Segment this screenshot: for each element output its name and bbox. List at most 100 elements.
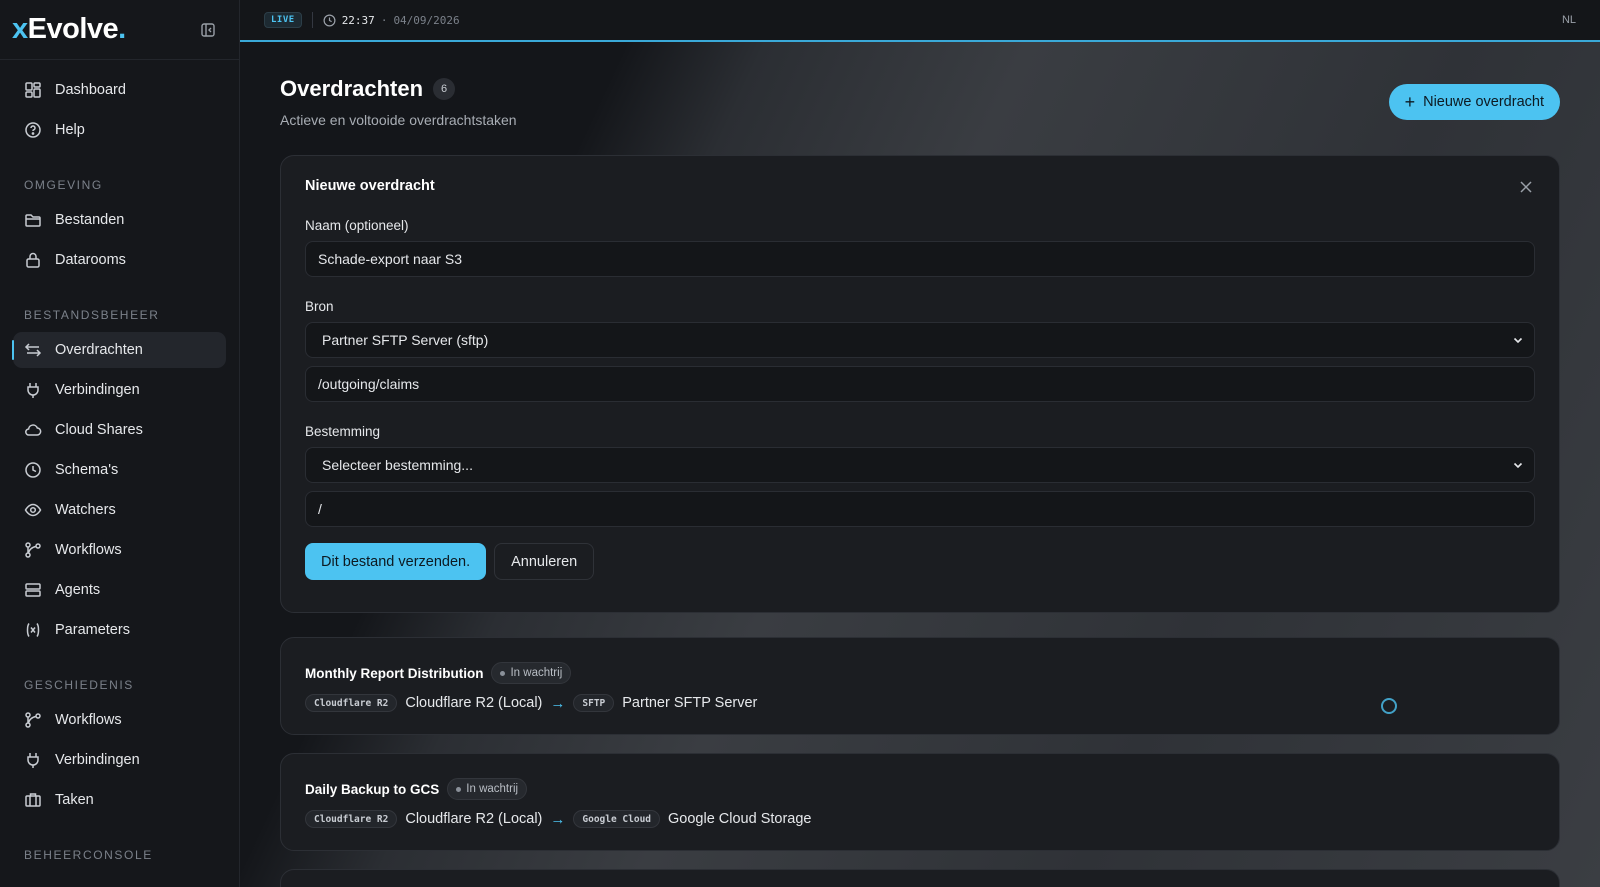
sidebar-item-watchers[interactable]: Watchers (13, 492, 226, 528)
clock-icon (24, 461, 42, 479)
sidebar-item-taken[interactable]: Taken (13, 782, 226, 818)
transfer-route: Cloudflare R2 Cloudflare R2 (Local) → SF… (305, 694, 1535, 712)
form-title: Nieuwe overdracht (305, 178, 435, 194)
transfer-row[interactable]: Daily Backup to GCS In wachtrij Cloudfla… (280, 753, 1560, 851)
source-select[interactable]: Partner SFTP Server (sftp) (305, 322, 1535, 358)
help-icon (24, 121, 42, 139)
workflow-icon (24, 711, 42, 729)
count-badge: 6 (433, 78, 456, 100)
sidebar-item-dashboard[interactable]: Dashboard (13, 72, 226, 108)
status-dot (500, 670, 506, 676)
arrow-right-icon: → (550, 694, 566, 712)
variable-icon (24, 621, 42, 639)
sidebar-item-workflows[interactable]: Workflows (13, 532, 226, 568)
status-badge: In wachtrij (447, 778, 528, 800)
transfer-name: Monthly Report Distribution (305, 665, 484, 681)
sidebar-item-bestanden[interactable]: Bestanden (13, 202, 226, 238)
sidebar-item-label: Taken (55, 792, 94, 808)
briefcase-icon (24, 791, 42, 809)
name-input[interactable]: Schade-export naar S3 (305, 241, 1535, 277)
submit-button[interactable]: Dit bestand verzenden. (305, 543, 487, 580)
nav-section-title: OMGEVING (24, 178, 103, 192)
sidebar-item-overdrachten[interactable]: Overdrachten (12, 332, 226, 368)
logo-suffix: . (118, 13, 126, 45)
language-switch[interactable]: NL (1562, 14, 1576, 26)
divider (311, 12, 313, 28)
source-endpoint: Cloudflare R2 (Local) (405, 695, 543, 711)
cloud-icon (24, 421, 42, 439)
chevron-down-icon (1512, 459, 1524, 471)
status-dot (456, 786, 462, 792)
sidebar-item-datarooms[interactable]: Datarooms (13, 242, 226, 278)
transfer-header: Monthly Report Distribution In wachtrij (305, 662, 1535, 684)
transfer-icon (24, 341, 42, 359)
cancel-button[interactable]: Annuleren (494, 543, 595, 580)
new-transfer-button[interactable]: + Nieuwe overdracht (1388, 84, 1560, 120)
sidebar-item-schemas[interactable]: Schema's (13, 452, 226, 488)
page-title: Overdrachten (280, 76, 424, 101)
sidebar-item-label: Workflows (55, 542, 122, 558)
nav-section-title: BEHEERCONSOLE (24, 848, 153, 862)
plug-icon (24, 751, 42, 769)
destination-endpoint: Google Cloud Storage (668, 811, 812, 827)
transfer-row[interactable]: Monthly Report Distribution In wachtrij … (280, 637, 1560, 735)
lock-icon (24, 251, 42, 269)
live-badge: LIVE (264, 12, 302, 28)
sidebar-item-agents[interactable]: Agents (13, 572, 226, 608)
status-label: In wachtrij (510, 667, 563, 679)
folder-icon (24, 211, 42, 229)
main-content: Overdrachten 6 Actieve en voltooide over… (240, 42, 1600, 887)
status-label: In wachtrij (466, 783, 519, 795)
page-subtitle: Actieve en voltooide overdrachtstaken (280, 112, 517, 128)
transfer-name: Daily Backup to GCS (305, 781, 440, 797)
sidebar-collapse-icon[interactable] (199, 21, 217, 39)
sidebar: xEvolve. Dashboard Help OMGEVING Bestand… (0, 0, 240, 887)
app-logo[interactable]: xEvolve. (12, 13, 126, 46)
sidebar-item-history-workflows[interactable]: Workflows (13, 702, 226, 738)
sidebar-item-label: Bestanden (55, 212, 125, 228)
source-type-tag: Cloudflare R2 (305, 694, 398, 712)
source-label: Bron (305, 299, 334, 314)
destination-path-input[interactable]: / (305, 491, 1535, 527)
source-path-input[interactable]: /outgoing/claims (305, 366, 1535, 402)
clock-icon (323, 14, 336, 27)
source-type-tag: Cloudflare R2 (305, 810, 398, 828)
logo-prefix: x (12, 13, 28, 45)
status-badge: In wachtrij (491, 662, 572, 684)
new-transfer-form: Nieuwe overdracht Naam (optioneel) Schad… (280, 155, 1560, 613)
destination-select[interactable]: Selecteer bestemming... (305, 447, 1535, 483)
logo-name: Evolve (27, 13, 119, 45)
nav-section-title: GESCHIEDENIS (24, 678, 134, 692)
transfer-row[interactable] (280, 869, 1560, 887)
sidebar-item-history-verbindingen[interactable]: Verbindingen (13, 742, 226, 778)
destination-endpoint: Partner SFTP Server (622, 695, 758, 711)
form-actions: Dit bestand verzenden. Annuleren (305, 543, 1535, 580)
sidebar-item-label: Workflows (55, 712, 122, 728)
sidebar-item-label: Verbindingen (55, 752, 140, 768)
current-date: 04/09/2026 (393, 13, 460, 27)
brand-bar: xEvolve. (0, 0, 239, 60)
sidebar-item-label: Parameters (55, 622, 130, 638)
destination-type-tag: SFTP (573, 694, 615, 712)
close-icon[interactable] (1519, 180, 1533, 194)
nav-section-title: BESTANDSBEHEER (24, 308, 160, 322)
loading-spinner-icon (1381, 698, 1397, 714)
server-icon (24, 581, 42, 599)
eye-icon (24, 501, 42, 519)
sidebar-item-cloud-shares[interactable]: Cloud Shares (13, 412, 226, 448)
sidebar-item-label: Datarooms (55, 252, 126, 268)
destination-type-tag: Google Cloud (573, 810, 661, 828)
sidebar-item-parameters[interactable]: Parameters (13, 612, 226, 648)
sidebar-item-label: Agents (55, 582, 101, 598)
dashboard-icon (24, 81, 42, 99)
source-endpoint: Cloudflare R2 (Local) (405, 811, 543, 827)
sidebar-item-label: Schema's (55, 462, 119, 478)
sidebar-item-label: Watchers (55, 502, 116, 518)
sidebar-item-label: Cloud Shares (55, 422, 143, 438)
transfer-route: Cloudflare R2 Cloudflare R2 (Local) → Go… (305, 810, 1535, 828)
sidebar-item-verbindingen[interactable]: Verbindingen (13, 372, 226, 408)
top-bar: LIVE 22:37 · 04/09/2026 NL (240, 0, 1600, 42)
destination-label: Bestemming (305, 424, 381, 439)
sidebar-item-help[interactable]: Help (13, 112, 226, 148)
page-title-row: Overdrachten 6 (280, 76, 517, 102)
